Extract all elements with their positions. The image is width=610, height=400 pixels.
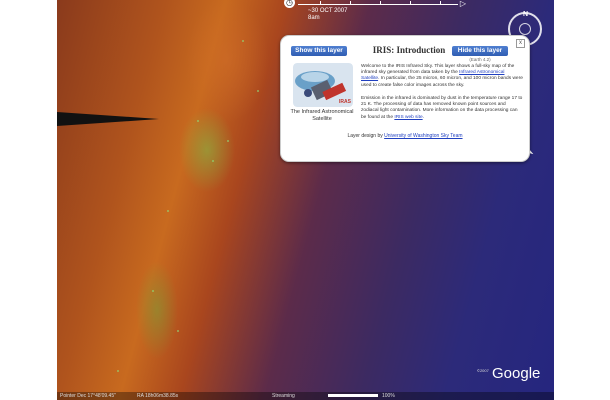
star-speck bbox=[167, 210, 169, 212]
star-speck bbox=[177, 330, 179, 332]
intro-text-end: . In particular, the 25 micron, 60 micro… bbox=[361, 76, 523, 88]
time-slider[interactable]: ◷ ▷ ~30 OCT 2007 8am bbox=[284, 0, 470, 21]
star-speck bbox=[227, 140, 229, 142]
clock-icon[interactable]: ◷ bbox=[284, 0, 295, 8]
copyright-notice: ©2007 bbox=[477, 368, 489, 373]
credit-text: Layer design by bbox=[347, 133, 383, 139]
streaming-progress-fill bbox=[328, 394, 378, 397]
time-tick bbox=[320, 1, 321, 5]
streaming-progress-bar bbox=[328, 394, 378, 397]
uw-sky-team-link[interactable]: University of Washington Sky Team bbox=[384, 133, 462, 139]
star-speck bbox=[257, 90, 259, 92]
emission-text-end: . bbox=[422, 114, 424, 120]
star-speck bbox=[212, 160, 214, 162]
image-caption: The Infrared Astronomical Satellite bbox=[290, 109, 354, 122]
hide-layer-button[interactable]: Hide this layer bbox=[452, 46, 508, 56]
time-date-label: ~30 OCT 2007 bbox=[308, 8, 348, 14]
status-bar: Pointer Dec 17°48'09.45" RA 18h06m38.85s… bbox=[57, 392, 554, 400]
iris-website-link[interactable]: IRIS web site bbox=[394, 115, 422, 120]
hide-layer-subtitle: (Earth 4.2) bbox=[469, 57, 491, 62]
north-indicator[interactable]: N bbox=[523, 11, 528, 18]
star-speck bbox=[152, 290, 154, 292]
close-icon[interactable]: x bbox=[516, 39, 525, 48]
balloon-title: IRIS: Introduction bbox=[372, 45, 446, 55]
show-layer-button[interactable]: Show this layer bbox=[291, 46, 347, 56]
time-slider-track[interactable] bbox=[298, 4, 458, 5]
emission-text: Emission in the infrared is dominated by… bbox=[361, 96, 523, 120]
time-tick bbox=[440, 1, 441, 5]
google-logo: Google bbox=[492, 365, 541, 382]
spacecraft-silhouette bbox=[57, 112, 159, 126]
pointer-readout: Pointer Dec 17°48'09.45" bbox=[60, 393, 116, 399]
layer-credit: Layer design by University of Washington… bbox=[281, 133, 529, 139]
star-speck bbox=[197, 120, 199, 122]
time-tick bbox=[350, 1, 351, 5]
layer-info-balloon: x Show this layer IRIS: Introduction Hid… bbox=[280, 35, 530, 162]
star-speck bbox=[242, 40, 244, 42]
iras-badge: IRAS bbox=[339, 99, 351, 105]
emission-paragraph: Emission in the infrared is dominated by… bbox=[361, 96, 523, 121]
streaming-percent: 100% bbox=[382, 393, 395, 399]
ra-readout: RA 18h06m38.85s bbox=[137, 393, 179, 399]
time-tick bbox=[380, 1, 381, 5]
time-hour-label: 8am bbox=[308, 15, 320, 21]
time-tick bbox=[410, 1, 411, 5]
intro-paragraph: Welcome to the IRIS Infrared Sky. This l… bbox=[361, 64, 523, 89]
star-speck bbox=[117, 370, 119, 372]
look-joystick[interactable] bbox=[519, 23, 531, 35]
streaming-label: Streaming bbox=[272, 393, 295, 399]
play-triangle-icon[interactable]: ▷ bbox=[460, 0, 466, 8]
